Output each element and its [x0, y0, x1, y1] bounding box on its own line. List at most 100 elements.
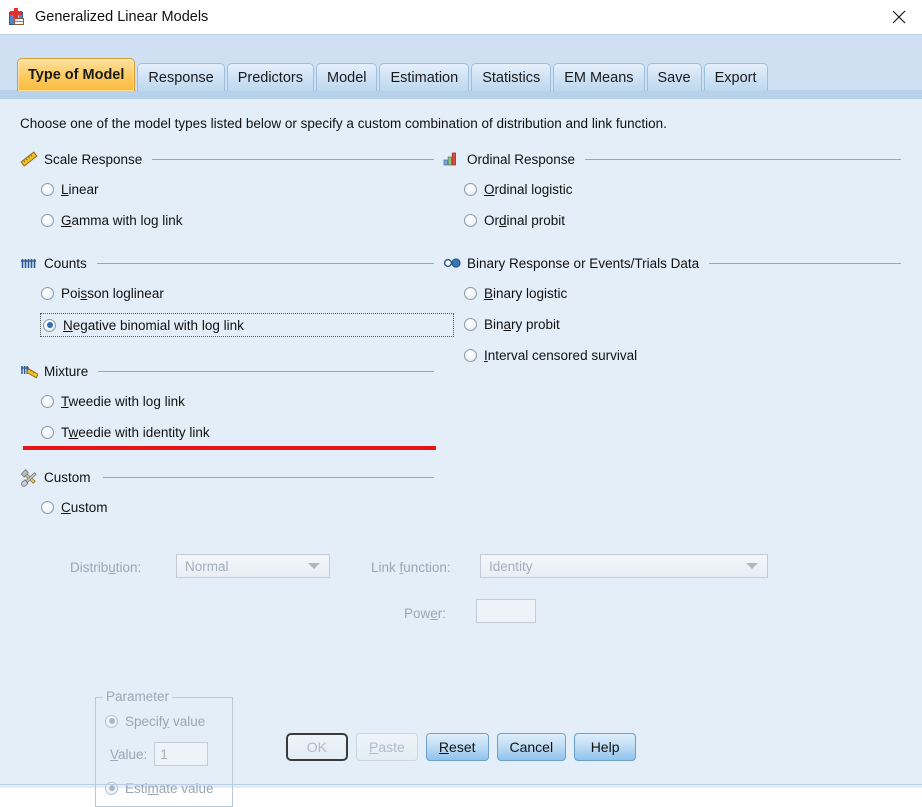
tab-type-of-model[interactable]: Type of Model — [17, 58, 136, 91]
radio-negative-binomial-with-log-link[interactable]: Negative binomial with log link — [40, 313, 454, 337]
tab-predictors[interactable]: Predictors — [226, 63, 314, 91]
link-function-combobox[interactable]: Identity — [480, 554, 768, 578]
radio-label-post: weedie with log link — [68, 393, 185, 409]
radio-label-post: inal probit — [506, 212, 566, 228]
radio-tweedie-with-identity-link[interactable]: Tweedie with identity link — [41, 421, 436, 443]
radio-binary-logistic[interactable]: Binary logistic — [464, 282, 903, 304]
radio-ordinal-probit[interactable]: Ordinal probit — [464, 209, 903, 231]
radio-label-mnemonic: L — [61, 181, 69, 197]
tab-statistics[interactable]: Statistics — [471, 63, 552, 91]
power-label: Power: — [404, 606, 447, 621]
radio-indicator — [464, 317, 477, 331]
radio-label-pre: Or — [484, 212, 499, 228]
power-input[interactable] — [476, 599, 536, 623]
ok-button-label: OK — [306, 739, 328, 755]
right-column: Ordinal Response Ordinal logistic Ordina… — [443, 149, 903, 366]
window-title: Generalized Linear Models — [35, 9, 209, 25]
group-custom: Custom Custom — [20, 467, 436, 518]
paste-button[interactable]: Paste — [355, 733, 418, 761]
radio-label-mnemonic: d — [499, 212, 507, 228]
chevron-down-icon — [308, 563, 320, 569]
dialog-footer: OK Paste Reset Cancel Help — [0, 728, 922, 788]
tab-strip: Type of Model Response Predictors Model … — [0, 34, 922, 100]
tab-save[interactable]: Save — [646, 63, 702, 91]
radio-binary-probit[interactable]: Binary probit — [464, 313, 903, 335]
radio-label-post: rdinal logistic — [494, 181, 573, 197]
tab-estimation[interactable]: Estimation — [379, 63, 470, 91]
radio-ordinal-logistic[interactable]: Ordinal logistic — [464, 178, 903, 200]
tab-export[interactable]: Export — [703, 63, 768, 91]
radio-gamma-with-log-link[interactable]: Gamma with log link — [41, 209, 436, 231]
mixture-icon — [20, 363, 39, 379]
help-button[interactable]: Help — [574, 733, 637, 761]
radio-label-pre: Bin — [484, 316, 504, 332]
radio-indicator — [105, 714, 118, 728]
group-title-counts: Counts — [44, 255, 87, 271]
two-circles-icon — [443, 255, 461, 271]
group-rule — [585, 158, 901, 160]
radio-label-mnemonic: B — [484, 285, 494, 301]
group-scale-response: Scale Response Linear Gamma with log lin… — [20, 149, 436, 231]
distribution-label: Distribution: — [70, 560, 142, 575]
radio-label-post: nterval censored survival — [487, 347, 638, 363]
group-rule — [98, 370, 434, 372]
group-rule — [102, 476, 434, 478]
radio-label-mnemonic: a — [503, 316, 512, 332]
radio-label-mnemonic: T — [61, 393, 69, 409]
radio-label-post: inary logistic — [493, 285, 568, 301]
bar-chart-icon — [443, 151, 461, 167]
group-ordinal-response: Ordinal Response Ordinal logistic Ordina… — [443, 149, 903, 231]
help-button-label: Help — [590, 739, 620, 755]
group-header-mixture: Mixture — [20, 361, 436, 381]
type-of-model-panel: Choose one of the model types listed bel… — [0, 99, 922, 807]
distribution-value: Normal — [185, 558, 229, 574]
radio-indicator — [464, 348, 477, 362]
tab-response[interactable]: Response — [137, 63, 225, 91]
radio-label-post: ustom — [70, 499, 108, 515]
custom-distribution-area: Distribution: Normal Link function: Iden… — [0, 539, 922, 807]
group-title-binary-response: Binary Response or Events/Trials Data — [467, 255, 700, 271]
radio-label-mnemonic: w — [68, 424, 79, 440]
tab-list: Type of Model Response Predictors Model … — [17, 58, 770, 91]
group-rule — [96, 262, 434, 264]
group-counts: Counts Poisson loglinear Negative binomi… — [20, 253, 454, 337]
instruction-text: Choose one of the model types listed bel… — [20, 116, 667, 131]
radio-indicator — [41, 286, 54, 300]
group-header-custom: Custom — [20, 467, 436, 487]
title-bar: Generalized Linear Models — [0, 0, 922, 34]
radio-label-mnemonic: O — [484, 181, 495, 197]
cancel-button[interactable]: Cancel — [496, 733, 567, 761]
tab-em-means[interactable]: EM Means — [553, 63, 645, 91]
tab-model[interactable]: Model — [315, 63, 378, 91]
radio-label-post: ry probit — [511, 316, 560, 332]
group-rule — [709, 262, 901, 264]
reset-button[interactable]: Reset — [425, 733, 489, 761]
group-binary-response: Binary Response or Events/Trials Data Bi… — [443, 253, 903, 366]
radio-linear[interactable]: Linear — [41, 178, 436, 200]
radio-indicator — [43, 318, 56, 332]
radio-label-post: egative binomial with log link — [72, 317, 244, 333]
distribution-combobox[interactable]: Normal — [176, 554, 330, 578]
radio-poisson-loglinear[interactable]: Poisson loglinear — [41, 282, 436, 304]
radio-interval-censored-survival[interactable]: Interval censored survival — [464, 344, 903, 366]
ruler-icon — [20, 151, 38, 167]
chevron-down-icon — [746, 563, 758, 569]
ok-button[interactable]: OK — [285, 733, 348, 761]
spss-dialog-icon — [8, 8, 26, 26]
radio-label-mnemonic: C — [61, 499, 71, 515]
radio-custom[interactable]: Custom — [41, 496, 436, 518]
dialog-button-row: OK Paste Reset Cancel Help — [0, 733, 922, 761]
radio-tweedie-with-log-link[interactable]: Tweedie with log link — [41, 390, 436, 412]
radio-indicator — [41, 182, 54, 196]
radio-label-post: inear — [68, 181, 99, 197]
radio-indicator — [464, 182, 477, 196]
radio-label-mnemonic: N — [63, 317, 73, 333]
footer-divider — [0, 784, 922, 785]
cancel-button-label: Cancel — [509, 739, 554, 755]
link-function-label: Link function: — [371, 560, 451, 575]
radio-indicator — [41, 213, 54, 227]
group-title-ordinal-response: Ordinal Response — [467, 151, 576, 167]
red-annotation-underline — [23, 446, 436, 450]
close-icon[interactable] — [876, 0, 922, 33]
parameter-legend: Parameter — [103, 689, 173, 704]
